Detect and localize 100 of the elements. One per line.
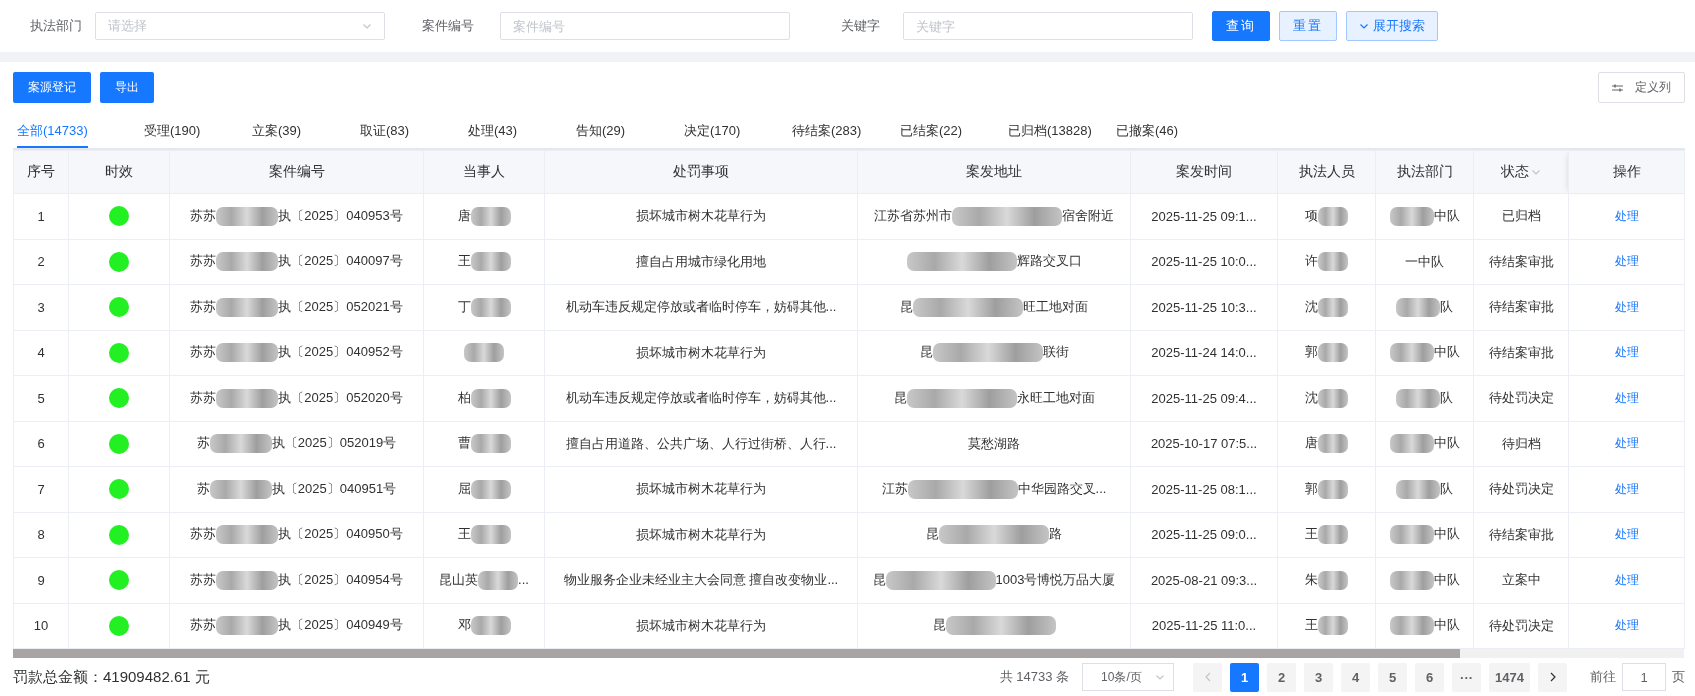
process-link[interactable]: 处理 — [1614, 344, 1639, 362]
cell-text: 中队 — [1433, 344, 1460, 360]
goto-label: 前往 — [1590, 668, 1616, 686]
cell-text: 苏苏 — [190, 526, 217, 542]
table-cell: 2025-11-25 10:0... — [1130, 239, 1278, 285]
next-page-button[interactable] — [1538, 662, 1567, 692]
field-label: 关键字 — [841, 17, 881, 35]
column-header: 执法人员 — [1277, 150, 1376, 194]
cell-text: 1003号博悦万品大厦 — [995, 571, 1116, 587]
expand-search-button[interactable]: 展开搜索 — [1346, 11, 1438, 41]
process-link[interactable]: 处理 — [1614, 253, 1639, 271]
cell-text: 队 — [1440, 480, 1453, 496]
page-button[interactable]: 2 — [1267, 662, 1297, 692]
cell-text: 苏苏 — [190, 617, 217, 633]
tab[interactable]: 已归档(13828) — [1008, 116, 1092, 148]
table-cell: 损坏城市树木花草行为 — [544, 193, 858, 239]
page-button[interactable]: 4 — [1341, 662, 1371, 692]
redaction-blur — [470, 388, 511, 408]
table-cell: 2025-11-25 09:4... — [1130, 375, 1278, 421]
process-link[interactable]: 处理 — [1614, 571, 1639, 589]
redaction-blur — [216, 206, 279, 226]
cell-text: 昆 — [900, 298, 913, 314]
table-cell: 2025-08-21 09:3... — [1130, 557, 1278, 603]
redaction-blur — [1389, 434, 1434, 454]
process-link[interactable]: 处理 — [1614, 435, 1639, 453]
column-header: 时效 — [68, 150, 170, 194]
export-button[interactable]: 导出 — [100, 72, 154, 103]
tab[interactable]: 决定(170) — [684, 116, 741, 148]
process-link[interactable]: 处理 — [1614, 298, 1639, 316]
column-header: 操作 — [1568, 150, 1685, 194]
previous-page-button[interactable] — [1193, 662, 1223, 692]
page-size-select[interactable]: 10条/页 — [1082, 663, 1175, 691]
redaction-blur — [216, 252, 279, 272]
tab[interactable]: 已撤案(46) — [1116, 116, 1179, 148]
table-cell: 损坏城市树木花草行为 — [544, 603, 858, 649]
cell-text: 江苏省苏州市 — [874, 207, 952, 223]
column-settings-button[interactable]: 定义列 — [1598, 72, 1685, 103]
input-field[interactable]: 关键字 — [903, 12, 1193, 40]
page-button[interactable]: 1 — [1230, 662, 1260, 692]
cell-text: 王 — [1305, 526, 1318, 542]
redaction-blur — [216, 388, 279, 408]
tab[interactable]: 告知(29) — [576, 116, 626, 148]
table-cell: 待结案审批 — [1473, 239, 1569, 285]
cell-text: 辉路交叉口 — [1016, 253, 1082, 269]
cell-text: 柏 — [457, 389, 471, 405]
tab[interactable]: 取证(83) — [360, 116, 410, 148]
redaction-blur — [1318, 570, 1348, 590]
search-button[interactable]: 查询 — [1212, 11, 1270, 41]
redaction-blur — [470, 616, 511, 636]
redaction-blur — [1396, 388, 1440, 408]
cell-text: 执〔2025〕052021号 — [278, 298, 403, 314]
register-button[interactable]: 案源登记 — [13, 72, 91, 103]
column-header: 状态 — [1473, 150, 1569, 194]
chevron-down-icon — [1359, 21, 1369, 31]
cell-text: 执〔2025〕040097号 — [278, 253, 403, 269]
table-cell: 一中队 — [1375, 239, 1474, 285]
cell-text: 苏苏 — [190, 253, 217, 269]
redaction-blur — [209, 479, 272, 499]
cell-text: 王 — [1305, 617, 1318, 633]
tab[interactable]: 待结案(283) — [792, 116, 862, 148]
page-button[interactable]: 1474 — [1489, 662, 1530, 692]
process-link[interactable]: 处理 — [1614, 480, 1639, 498]
page-button[interactable]: 6 — [1415, 662, 1445, 692]
process-link[interactable]: 处理 — [1614, 617, 1639, 635]
page-button[interactable]: 5 — [1378, 662, 1408, 692]
redaction-blur — [216, 616, 279, 636]
input-field[interactable]: 案件编号 — [500, 12, 790, 40]
table-cell: 2 — [13, 239, 69, 285]
cell-text: 苏苏 — [190, 298, 217, 314]
table-cell: 已归档 — [1473, 193, 1569, 239]
cell-text: 执〔2025〕040953号 — [278, 207, 403, 223]
cell-text: 苏 — [196, 480, 210, 496]
table-cell: 1 — [13, 193, 69, 239]
page-button[interactable]: ··· — [1452, 662, 1482, 692]
page-input[interactable]: 1 — [1622, 663, 1666, 691]
redaction-blur — [1318, 388, 1348, 408]
process-link[interactable]: 处理 — [1614, 207, 1639, 225]
scrollbar-thumb[interactable] — [13, 649, 1460, 658]
process-link[interactable]: 处理 — [1614, 389, 1639, 407]
tab[interactable]: 处理(43) — [468, 116, 518, 148]
tab[interactable]: 已结案(22) — [900, 116, 963, 148]
table-cell: 8 — [13, 512, 69, 558]
cell-text: 中队 — [1433, 617, 1460, 633]
reset-button[interactable]: 重置 — [1279, 11, 1337, 41]
table-cell: 7 — [13, 466, 69, 512]
table-cell: 10 — [13, 603, 69, 649]
tab[interactable]: 受理(190) — [144, 116, 201, 148]
cell-text: 中队 — [1433, 207, 1460, 223]
chevron-down-icon — [1155, 672, 1166, 682]
table-cell: 损坏城市树木花草行为 — [544, 466, 858, 512]
cell-text: 昆 — [872, 571, 886, 587]
page-button[interactable]: 3 — [1304, 662, 1334, 692]
cell-text: 昆 — [893, 389, 907, 405]
tab[interactable]: 全部(14733) — [17, 116, 88, 148]
redaction-blur — [470, 479, 511, 499]
process-link[interactable]: 处理 — [1614, 526, 1639, 544]
tab[interactable]: 立案(39) — [252, 116, 302, 148]
table-cell: 2025-11-25 08:1... — [1130, 466, 1278, 512]
cell-text: 执〔2025〕040950号 — [278, 526, 403, 542]
table-cell: 6 — [13, 421, 69, 467]
